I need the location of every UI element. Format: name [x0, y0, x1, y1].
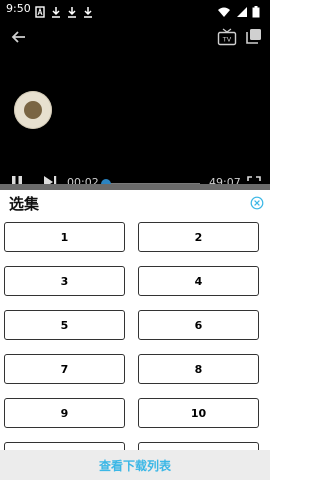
download-icon	[51, 3, 61, 18]
back-arrow-icon[interactable]	[10, 28, 28, 46]
bottom-bar: 查看下载列表	[0, 450, 270, 480]
status-time: 9:50	[6, 2, 31, 15]
download-icon	[67, 3, 77, 18]
status-bar: 9:50	[0, 0, 270, 20]
episode-button[interactable]: 1	[4, 222, 125, 252]
episode-button[interactable]: 10	[138, 398, 259, 428]
notification-a-icon	[35, 3, 45, 18]
episode-button[interactable]: 6	[138, 310, 259, 340]
download-icon	[83, 3, 93, 18]
notification-icons	[35, 3, 93, 18]
episode-button[interactable]: 8	[138, 354, 259, 384]
wifi-icon	[218, 3, 230, 17]
battery-icon	[252, 3, 264, 18]
system-icons	[218, 3, 264, 18]
episode-button[interactable]: 9	[4, 398, 125, 428]
view-download-list-button[interactable]: 查看下载列表	[0, 450, 270, 480]
picture-in-picture-icon[interactable]	[246, 28, 262, 44]
episode-button[interactable]: 5	[4, 310, 125, 340]
close-icon[interactable]	[250, 195, 264, 210]
episode-button[interactable]: 3	[4, 266, 125, 296]
episode-button[interactable]: 2	[138, 222, 259, 252]
episode-panel-title: 选集	[9, 195, 40, 213]
episode-panel-header: 选集	[0, 190, 270, 214]
episode-button[interactable]: 7	[4, 354, 125, 384]
svg-text:TV: TV	[222, 36, 232, 44]
video-player[interactable]: TV 00:02 49:07	[0, 20, 270, 190]
tv-cast-icon[interactable]: TV	[217, 28, 237, 46]
episode-button[interactable]: 4	[138, 266, 259, 296]
signal-icon	[235, 3, 247, 17]
floating-ball-icon[interactable]	[14, 91, 52, 129]
